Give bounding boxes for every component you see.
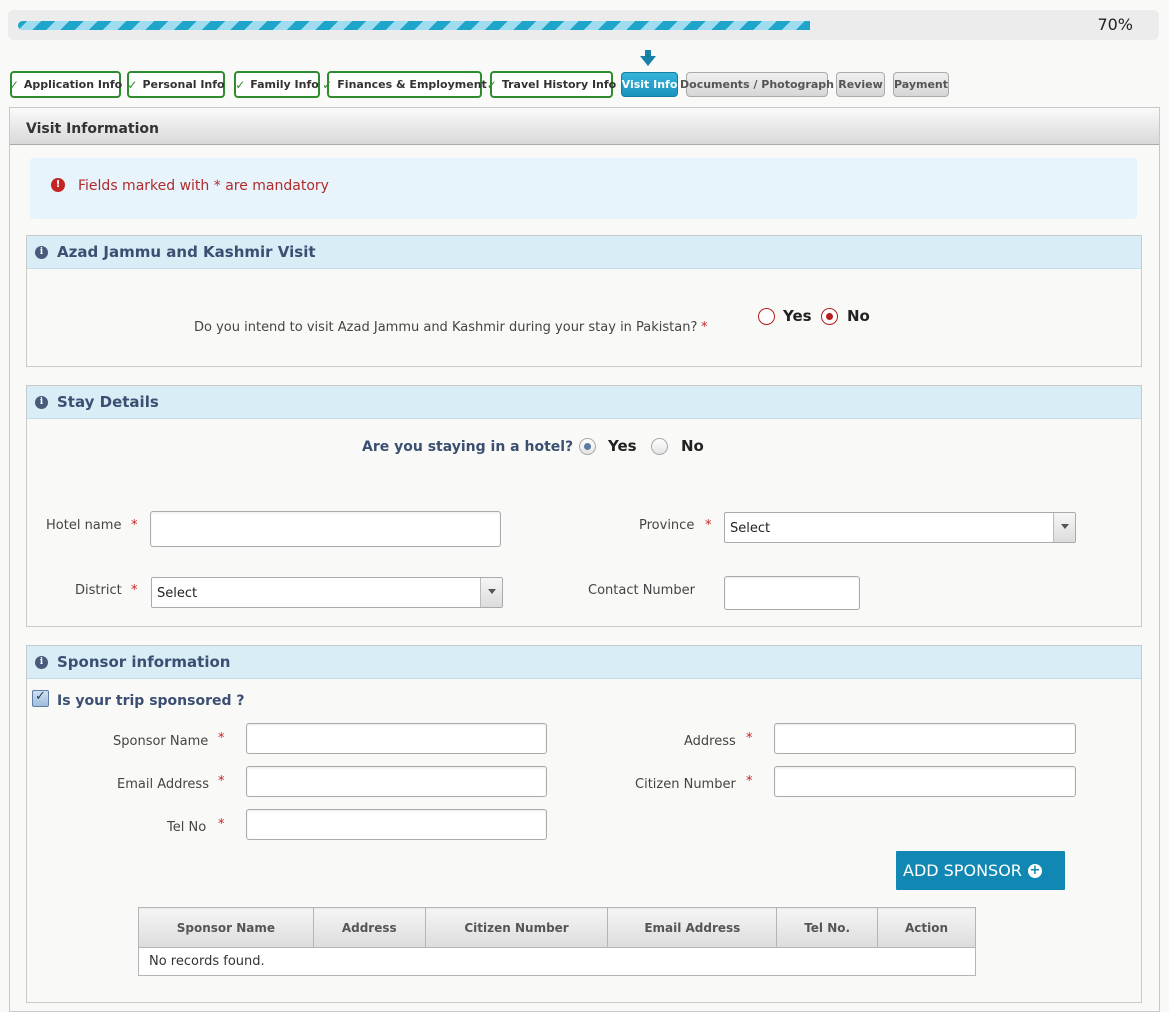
info-icon: i xyxy=(35,655,48,669)
col-citizen-number[interactable]: Citizen Number xyxy=(424,907,609,948)
add-sponsor-button[interactable]: ADD SPONSOR + xyxy=(896,851,1065,890)
ajk-no-label: No xyxy=(847,307,870,325)
sponsor-table: Sponsor Name Address Citizen Number Emai… xyxy=(138,907,976,976)
check-icon: ✓ xyxy=(322,77,333,92)
ajk-yes-label: Yes xyxy=(783,307,812,325)
ajk-no-radio[interactable] xyxy=(821,308,838,325)
info-icon: i xyxy=(35,245,48,259)
required-asterisk: * xyxy=(746,731,753,746)
progress-fill xyxy=(18,21,810,30)
hotel-name-input[interactable] xyxy=(150,511,501,547)
sponsor-section-header: i Sponsor information xyxy=(27,646,1141,679)
required-asterisk: * xyxy=(701,320,708,335)
citizen-number-label: Citizen Number xyxy=(635,777,736,792)
check-icon: ✓ xyxy=(235,77,246,92)
required-asterisk: * xyxy=(218,817,225,832)
panel-title: Visit Information xyxy=(10,108,1159,145)
step-application-info[interactable]: ✓ Application Info xyxy=(8,71,122,98)
hotel-no-label: No xyxy=(681,437,704,455)
district-select[interactable]: Select xyxy=(151,577,503,608)
mandatory-notice: ! Fields marked with * are mandatory xyxy=(30,158,1137,219)
sponsor-section-title: Sponsor information xyxy=(57,653,231,671)
sponsor-address-input[interactable] xyxy=(774,723,1076,754)
progress-track xyxy=(18,21,1149,30)
contact-number-label: Contact Number xyxy=(588,583,695,598)
province-label: Province xyxy=(639,518,695,533)
hotel-yes-label: Yes xyxy=(608,437,637,455)
required-asterisk: * xyxy=(218,774,225,789)
stay-section-header: i Stay Details xyxy=(27,386,1141,419)
required-asterisk: * xyxy=(131,518,138,533)
email-address-label: Email Address xyxy=(117,777,209,792)
exclamation-icon: ! xyxy=(51,178,65,192)
sponsor-citizen-input[interactable] xyxy=(774,766,1076,797)
hotel-yes-radio[interactable] xyxy=(579,438,596,455)
address-label: Address xyxy=(684,734,736,749)
tel-no-label: Tel No xyxy=(167,820,207,835)
chevron-down-icon xyxy=(488,589,496,594)
required-asterisk: * xyxy=(746,774,753,789)
step-finances-employment[interactable]: ✓ Finances & Employment xyxy=(322,71,487,98)
progress-percent: 70% xyxy=(1097,15,1133,34)
hotel-no-radio[interactable] xyxy=(651,438,668,455)
sponsor-name-input[interactable] xyxy=(246,723,547,754)
required-asterisk: * xyxy=(218,731,225,746)
sponsor-email-input[interactable] xyxy=(246,766,547,797)
step-documents-photograph[interactable]: Documents / Photograph xyxy=(680,72,834,97)
add-sponsor-label: ADD SPONSOR xyxy=(903,861,1022,880)
col-address[interactable]: Address xyxy=(312,907,426,948)
sponsor-tel-input[interactable] xyxy=(246,809,547,840)
step-review[interactable]: Review xyxy=(836,72,885,97)
dropdown-button[interactable] xyxy=(1053,513,1075,542)
ajk-section: i Azad Jammu and Kashmir Visit Do you in… xyxy=(26,235,1142,367)
ajk-section-header: i Azad Jammu and Kashmir Visit xyxy=(27,236,1141,269)
col-tel-no[interactable]: Tel No. xyxy=(776,907,879,948)
required-asterisk: * xyxy=(131,583,138,598)
progress-bar: 70% xyxy=(8,10,1159,40)
mandatory-text-end: are mandatory xyxy=(220,178,329,194)
province-select[interactable]: Select xyxy=(724,512,1076,543)
col-action[interactable]: Action xyxy=(877,907,976,948)
step-visit-info[interactable]: Visit Info xyxy=(621,72,678,97)
contact-number-input[interactable] xyxy=(724,576,860,610)
radio-selected-dot xyxy=(584,443,591,450)
dropdown-button[interactable] xyxy=(480,578,502,607)
check-icon: ✓ xyxy=(127,77,138,92)
sponsored-checkbox[interactable]: ✓ xyxy=(32,689,49,707)
step-payment[interactable]: Payment xyxy=(893,72,949,97)
info-icon: i xyxy=(35,395,48,409)
check-icon: ✓ xyxy=(486,77,497,92)
step-travel-history-info[interactable]: ✓ Travel History Info xyxy=(486,71,616,98)
plus-circle-icon: + xyxy=(1027,862,1042,878)
step-family-info[interactable]: ✓ Family Info xyxy=(234,71,320,98)
ajk-question: Do you intend to visit Azad Jammu and Ka… xyxy=(194,320,698,335)
step-personal-info[interactable]: ✓ Personal Info xyxy=(127,71,225,98)
empty-table-message: No records found. xyxy=(138,947,976,976)
district-value: Select xyxy=(157,586,198,601)
stay-section-title: Stay Details xyxy=(57,393,159,411)
hotel-question: Are you staying in a hotel? xyxy=(362,439,574,455)
check-icon: ✓ xyxy=(35,689,46,704)
visit-information-panel: Visit Information ! Fields marked with *… xyxy=(9,107,1160,1012)
col-email-address[interactable]: Email Address xyxy=(607,907,778,948)
hotel-name-label: Hotel name xyxy=(46,518,122,533)
mandatory-asterisk: * xyxy=(213,178,221,194)
sponsor-section: i Sponsor information ✓ Is your trip spo… xyxy=(26,645,1142,1003)
arrow-down-icon xyxy=(640,50,656,66)
col-sponsor-name[interactable]: Sponsor Name xyxy=(138,907,314,948)
stay-details-section: i Stay Details Are you staying in a hote… xyxy=(26,385,1142,627)
sponsor-name-label: Sponsor Name xyxy=(113,734,209,749)
ajk-section-title: Azad Jammu and Kashmir Visit xyxy=(57,243,316,261)
radio-selected-dot xyxy=(826,313,833,320)
ajk-yes-radio[interactable] xyxy=(758,308,775,325)
chevron-down-icon xyxy=(1061,524,1069,529)
required-asterisk: * xyxy=(705,518,712,533)
district-label: District xyxy=(75,583,122,598)
table-row: No records found. xyxy=(138,947,976,976)
check-icon: ✓ xyxy=(8,77,19,92)
sponsored-label: Is your trip sponsored ? xyxy=(57,693,245,709)
mandatory-text: Fields marked with xyxy=(78,178,214,194)
province-value: Select xyxy=(730,521,771,536)
